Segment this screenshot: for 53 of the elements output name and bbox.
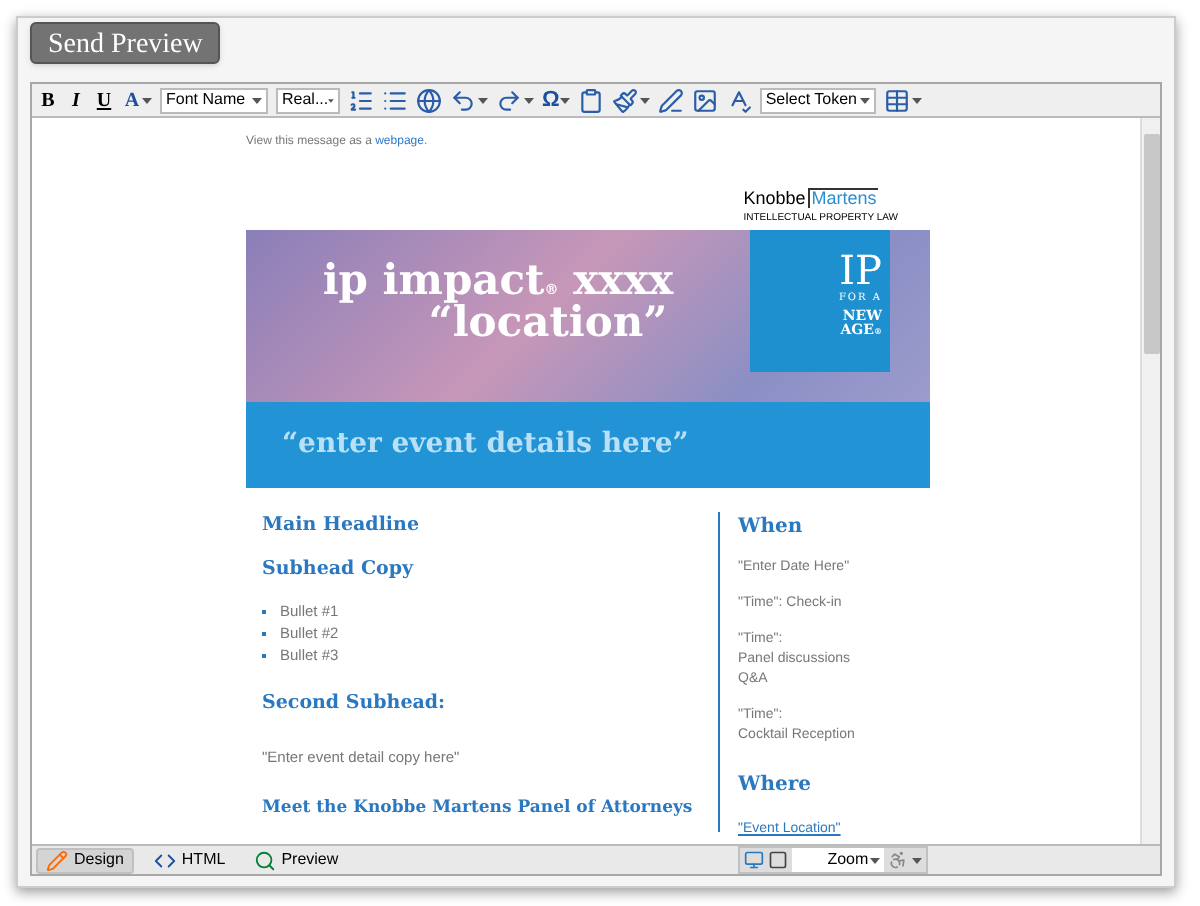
meet-attorneys-heading: Meet the Knobbe Martens Panel of Attorneys: [262, 796, 695, 820]
badge-text: IP: [839, 250, 882, 290]
brush-icon[interactable]: [611, 87, 638, 113]
mode-tab[interactable]: Preview: [245, 847, 347, 873]
format-button[interactable]: B: [38, 85, 58, 115]
code-icon: [153, 849, 176, 871]
globe-icon[interactable]: [416, 87, 442, 113]
second-subhead: Second Subhead:: [262, 689, 448, 717]
caret-icon: [142, 97, 152, 103]
spellcheck-icon[interactable]: [725, 87, 752, 113]
font-name-dropdown[interactable]: Font Name: [160, 87, 268, 113]
caret-icon: [639, 97, 650, 103]
clipboard-icon[interactable]: [577, 87, 604, 113]
format-button[interactable]: I: [66, 85, 86, 115]
accessibility-icon[interactable]: [888, 850, 909, 870]
logo-left-text: Knobbe: [743, 189, 808, 207]
bulleted-list-icon[interactable]: [382, 87, 408, 113]
when-heading: When: [738, 514, 805, 542]
caret-icon: [911, 97, 922, 103]
caret-icon: [524, 97, 534, 103]
numbered-list-icon[interactable]: [348, 87, 374, 113]
caret-icon: [859, 97, 870, 103]
caret-icon: [559, 97, 570, 103]
token-dropdown[interactable]: Select Token: [759, 87, 876, 113]
caret-icon: [478, 97, 488, 103]
format-button[interactable]: A: [122, 85, 142, 115]
mode-tab[interactable]: HTML: [145, 847, 234, 873]
where-heading: Where: [738, 772, 813, 800]
caret-icon: [912, 857, 923, 863]
caret-icon: [252, 97, 262, 103]
caret-icon: [870, 857, 881, 863]
pencil-icon: [46, 849, 68, 871]
frame-icon[interactable]: [768, 850, 789, 870]
image-icon[interactable]: [691, 87, 718, 113]
event-details-text: “enter event details here”: [282, 426, 689, 464]
send-preview-button[interactable]: Send Preview: [30, 22, 221, 64]
main-headline: Main Headline: [262, 512, 421, 540]
redo-icon[interactable]: [496, 87, 522, 113]
font-size-dropdown[interactable]: Real...: [276, 87, 340, 113]
symbol-button[interactable]: Ω: [542, 83, 560, 117]
undo-icon[interactable]: [450, 87, 476, 113]
search-icon: [253, 849, 276, 871]
mode-tab[interactable]: Design: [36, 847, 134, 873]
banner-location: “location”: [428, 300, 668, 342]
logo-right-text: Martens: [807, 188, 879, 208]
zoom-dropdown[interactable]: Zoom: [792, 848, 885, 872]
monitor-icon[interactable]: [744, 850, 765, 870]
table-icon[interactable]: [883, 87, 910, 113]
pen-icon[interactable]: [657, 87, 684, 113]
scrollbar[interactable]: [1140, 118, 1160, 844]
subhead: Subhead Copy: [262, 556, 416, 585]
format-button[interactable]: U: [94, 85, 114, 115]
caret-icon: [328, 97, 334, 103]
